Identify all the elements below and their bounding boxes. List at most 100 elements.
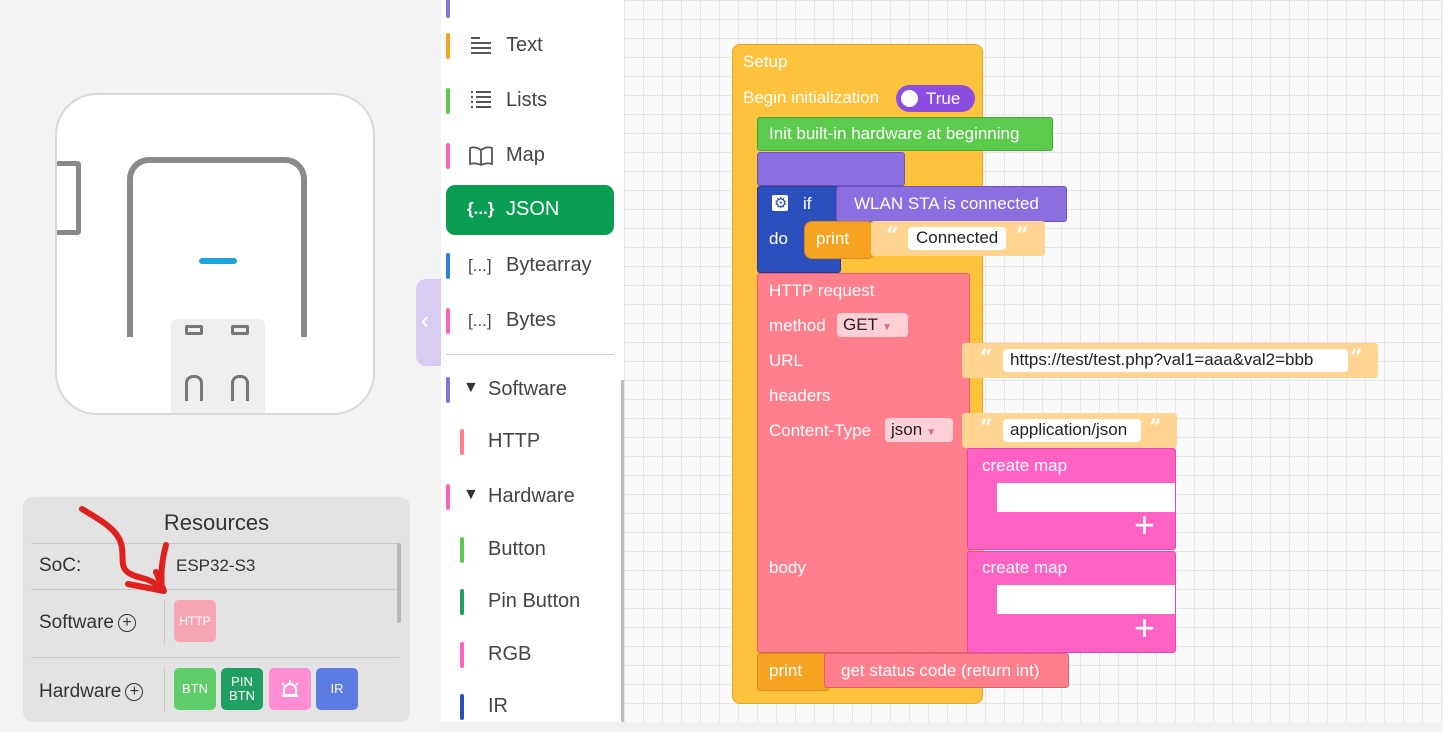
device-connector: [171, 319, 265, 413]
category-color-bar: [446, 377, 450, 403]
divider: [164, 601, 165, 645]
expand-triangle-icon: ▼: [463, 379, 479, 396]
divider: [164, 543, 165, 589]
toolbox-section-hardware[interactable]: ▼ Hardware: [441, 472, 624, 522]
resources-panel: Resources SoC: ESP32-S3 Software + HTTP H…: [23, 497, 410, 722]
url-label: URL: [769, 351, 804, 370]
wlan-connected-label: WLAN STA is connected: [854, 194, 1039, 213]
divider: [31, 589, 399, 590]
toolbox: Text Lists Map {...} JSON [...] Bytearra…: [441, 0, 624, 722]
url-text-field[interactable]: https://test/test.php?val1=aaa&val2=bbb: [1003, 349, 1348, 372]
add-hardware-icon[interactable]: +: [125, 682, 144, 701]
collapse-toolbox-button[interactable]: ‹: [416, 279, 441, 366]
item-label-button: Button: [488, 538, 546, 560]
category-color-bar: [446, 308, 450, 334]
resources-scrollbar[interactable]: [397, 543, 401, 623]
plus-icon[interactable]: +: [1134, 507, 1155, 543]
hardware-chip-btn[interactable]: BTN: [174, 668, 216, 710]
method-value: GET: [843, 315, 878, 334]
category-color-bar: [460, 429, 464, 455]
toolbox-category-map[interactable]: Map: [441, 131, 624, 181]
chevron-left-icon: ‹: [421, 307, 429, 334]
content-type-label: Content-Type: [769, 421, 872, 440]
add-software-icon[interactable]: +: [117, 613, 136, 632]
method-label: method: [769, 316, 826, 335]
begin-init-toggle[interactable]: True: [896, 85, 975, 112]
toolbox-item-rgb[interactable]: RGB: [441, 630, 624, 680]
category-color-bar: [446, 33, 450, 59]
list-icon: [471, 91, 491, 108]
item-label-pin-button: Pin Button: [488, 590, 581, 612]
book-icon: [469, 146, 493, 167]
category-color-bar: [446, 253, 450, 279]
init-hardware-label: Init built-in hardware at beginning: [769, 124, 1020, 143]
category-color-bar: [460, 589, 464, 615]
category-color-bar: [460, 537, 464, 563]
http-request-label: HTTP request: [769, 281, 875, 300]
software-chip-http[interactable]: HTTP: [174, 600, 216, 642]
device-side-notch: [57, 161, 81, 235]
method-dropdown[interactable]: GET ▼: [837, 313, 908, 337]
content-type-dropdown[interactable]: json ▼: [885, 418, 953, 442]
category-label-json: JSON: [506, 198, 560, 220]
connector-port: [231, 375, 249, 401]
dropdown-arrow-icon: ▼: [881, 322, 892, 333]
connector-pin: [185, 325, 203, 335]
setup-label: Setup: [743, 52, 788, 71]
headers-label: headers: [769, 386, 831, 405]
create-map-label: create map: [982, 456, 1068, 475]
device-panel: Resources SoC: ESP32-S3 Software + HTTP H…: [0, 0, 441, 722]
divider: [164, 667, 165, 711]
category-label-text: Text: [506, 34, 543, 56]
device-image: [55, 93, 375, 415]
connector-port: [185, 375, 203, 401]
category-color-bar: [460, 694, 464, 720]
device-led: [199, 258, 237, 264]
toolbox-item-pin-button[interactable]: Pin Button: [441, 577, 624, 627]
hardware-label-text: Hardware: [39, 681, 122, 702]
toolbox-category-bytearray[interactable]: [...] Bytearray: [441, 241, 624, 291]
hardware-chip-rgb[interactable]: [269, 668, 311, 710]
toolbox-divider: [446, 354, 614, 355]
toolbox-category-bytes[interactable]: [...] Bytes: [441, 296, 624, 346]
category-color-bar: [446, 88, 450, 114]
toolbox-category-text[interactable]: Text: [441, 21, 624, 71]
category-color-bar: [446, 143, 450, 169]
item-label-http: HTTP: [488, 430, 541, 452]
dropdown-arrow-icon: ▼: [926, 427, 937, 438]
resources-title: Resources: [163, 510, 270, 535]
toolbox-section-software[interactable]: ▼ Software: [441, 365, 624, 415]
block-workspace[interactable]: Setup Begin initialization True Init bui…: [624, 0, 1443, 722]
category-label-lists: Lists: [506, 89, 548, 111]
hardware-chip-pin-btn[interactable]: PIN BTN: [221, 668, 263, 710]
toolbox-category-lists[interactable]: Lists: [441, 76, 624, 126]
toggle-knob: [901, 90, 918, 107]
category-label-bytearray: Bytearray: [506, 254, 592, 276]
category-label-bytes: Bytes: [506, 309, 557, 331]
quote-close-icon: ”: [1350, 345, 1363, 371]
plus-icon[interactable]: +: [1134, 610, 1155, 646]
soc-label: SoC:: [39, 555, 82, 576]
category-color-bar: [446, 0, 450, 18]
connector-pin: [231, 325, 249, 335]
json-braces-icon: {...}: [467, 199, 495, 218]
print-status-label: print: [769, 661, 803, 680]
content-type-text-field[interactable]: application/json: [1003, 419, 1141, 442]
toolbox-item-ir[interactable]: IR: [441, 682, 624, 732]
expand-triangle-icon: ▼: [463, 486, 479, 503]
text-lines-icon: [471, 37, 491, 54]
print-text-field[interactable]: Connected: [908, 227, 1006, 250]
quote-close-icon: ”: [1149, 415, 1162, 441]
toolbox-item-http[interactable]: HTTP: [441, 417, 624, 467]
gear-icon[interactable]: ⚙: [770, 193, 790, 213]
alarm-light-icon: [281, 680, 299, 697]
print-label: print: [816, 229, 850, 248]
toolbox-item-button[interactable]: Button: [441, 525, 624, 575]
category-label-map: Map: [506, 144, 545, 166]
init-wlan-block[interactable]: [757, 152, 905, 186]
divider: [31, 657, 399, 658]
software-label: Software +: [39, 612, 136, 634]
toolbox-category-json-selected[interactable]: {...} JSON: [446, 185, 614, 235]
hardware-chip-pin-btn-label: PIN BTN: [229, 674, 255, 703]
hardware-chip-ir[interactable]: IR: [316, 668, 358, 710]
